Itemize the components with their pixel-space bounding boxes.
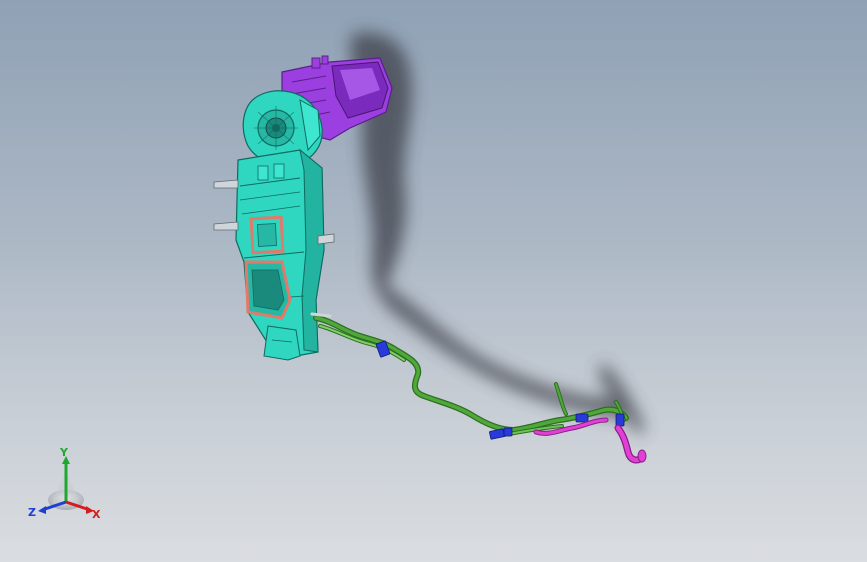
- z-axis-arrow: [38, 506, 46, 514]
- view-orientation-triad[interactable]: Y X Z: [26, 446, 106, 522]
- mount-tab-right: [317, 233, 335, 245]
- case-base: [263, 325, 301, 361]
- hvac-case[interactable]: [213, 148, 335, 361]
- harness-clip-3[interactable]: [503, 427, 513, 437]
- mount-tab-left-lower: [213, 221, 239, 231]
- mount-tab-left-upper: [213, 179, 239, 189]
- 3d-model-scene[interactable]: [0, 0, 867, 562]
- cad-graphics-viewport[interactable]: Y X Z: [0, 0, 867, 562]
- x-axis-label: X: [92, 508, 101, 521]
- z-axis-label: Z: [28, 506, 36, 519]
- harness-clip-4[interactable]: [575, 413, 589, 423]
- y-axis-label: Y: [59, 448, 69, 459]
- harness-clip-5[interactable]: [615, 413, 625, 427]
- harness-clip-2[interactable]: [489, 428, 505, 440]
- model-shadow: [350, 32, 645, 434]
